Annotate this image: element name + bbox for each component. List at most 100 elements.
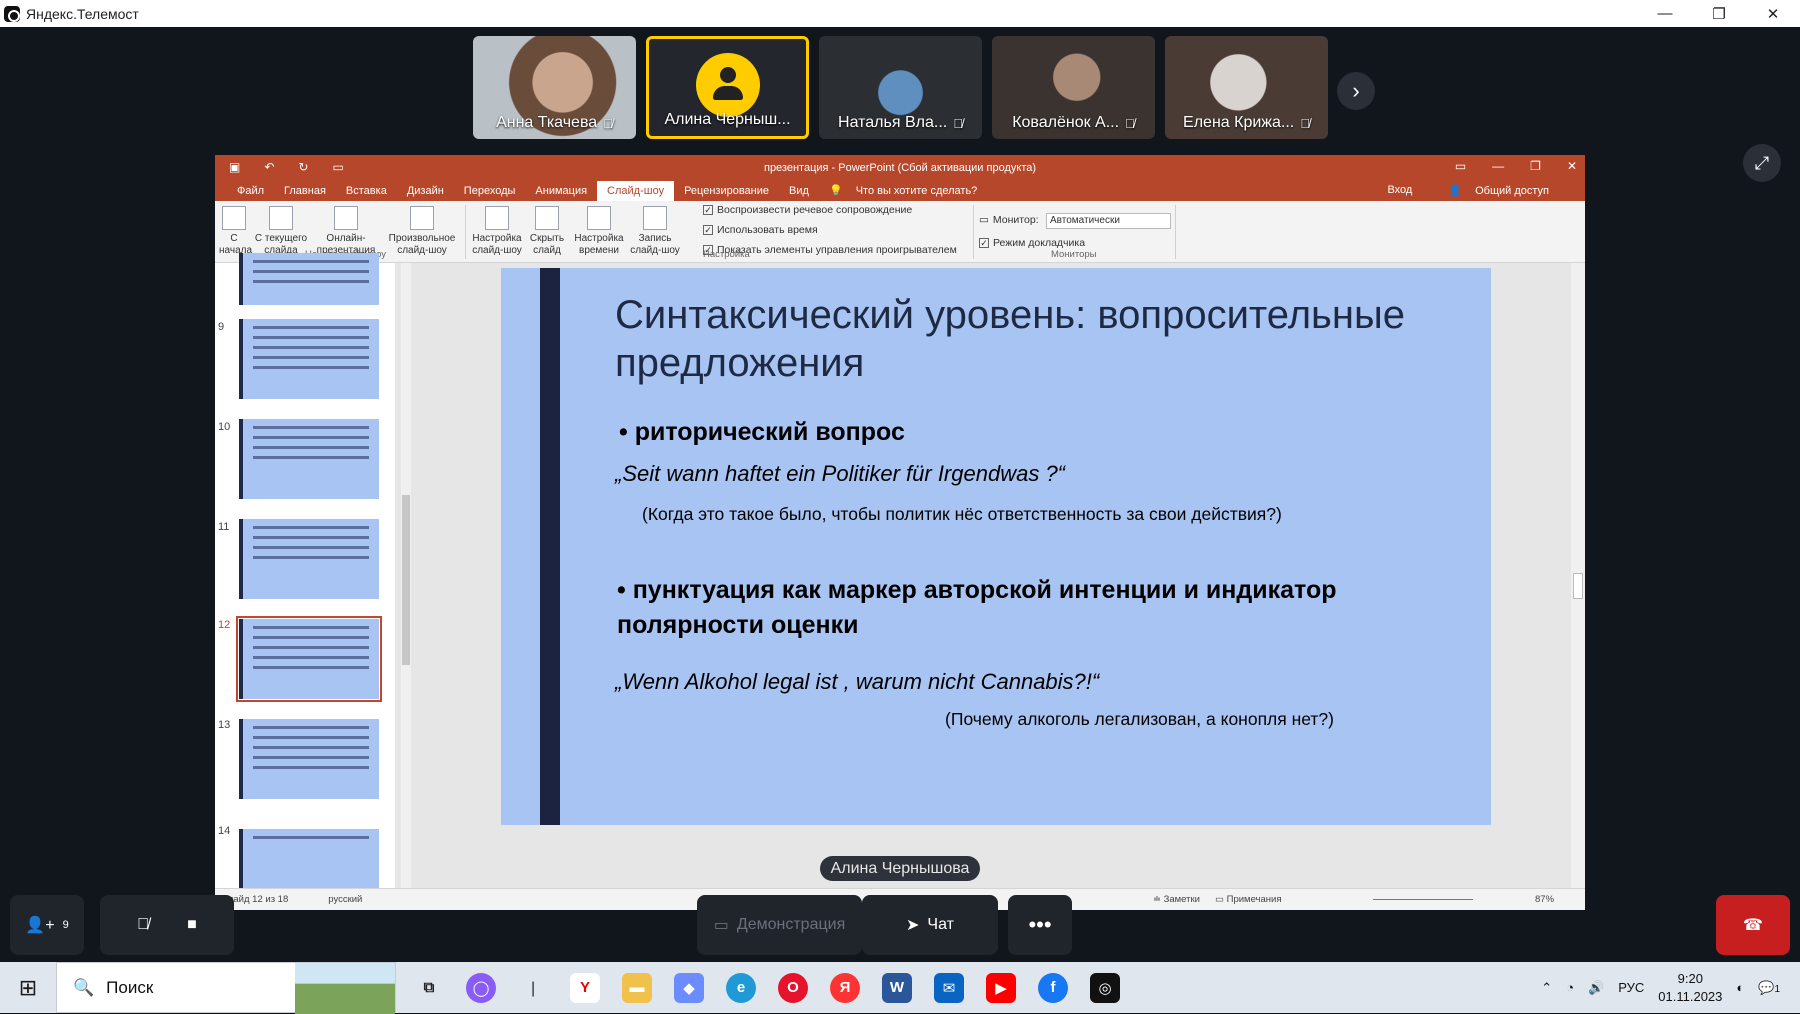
slide-quote: „Seit wann haftet ein Politiker für Irge… — [615, 461, 1066, 486]
custom-show-button[interactable]: Произвольное слайд-шоу — [383, 206, 461, 257]
alice-icon[interactable]: ◯ — [466, 972, 496, 1003]
participant-tile[interactable]: Ковалёнок А... 🎙̸ — [992, 36, 1155, 139]
tab-design[interactable]: Дизайн — [397, 185, 454, 201]
word-icon[interactable]: W — [882, 972, 912, 1003]
pp-restore-icon[interactable]: ❐ — [1530, 159, 1541, 173]
tab-animations[interactable]: Анимация — [525, 185, 597, 201]
save-icon[interactable]: ▣ — [229, 160, 240, 174]
hide-slide-button[interactable]: Скрыть слайд — [527, 206, 567, 257]
clock[interactable]: 9:20 01.11.2023 — [1658, 970, 1722, 1006]
slide-number: 14 — [218, 825, 231, 837]
zoom-level[interactable]: 87% — [1535, 894, 1554, 905]
input-language[interactable]: РУС — [1618, 980, 1644, 995]
chk-timings[interactable]: ✓ Использовать время — [703, 224, 818, 236]
redo-icon[interactable]: ↻ — [298, 160, 308, 174]
mic-off-icon[interactable]: 🎙̸ — [137, 916, 149, 934]
user-icon[interactable]: ◐ — [1736, 980, 1744, 995]
slide-thumbnail[interactable] — [239, 829, 379, 888]
hangup-button[interactable]: ☎ — [1716, 895, 1790, 955]
language-indicator[interactable]: русский — [328, 894, 362, 905]
tab-home[interactable]: Главная — [274, 185, 336, 201]
mic-off-icon: 🎙̸ — [953, 115, 963, 131]
tab-slideshow[interactable]: Слайд-шоу — [597, 181, 675, 201]
slide-quote: „Wenn Alkohol legal ist , warum nicht Ca… — [615, 669, 1100, 694]
slide-thumbnail[interactable] — [239, 319, 379, 399]
ribbon-display-icon[interactable]: ▭ — [1455, 159, 1466, 173]
minimize-icon[interactable]: — — [1638, 0, 1692, 27]
facebook-icon[interactable]: f — [1038, 972, 1068, 1003]
slide-thumbnail[interactable] — [239, 719, 379, 799]
record-show-button[interactable]: Запись слайд-шоу — [629, 206, 681, 257]
thumbnail-scrollbar[interactable] — [401, 263, 411, 888]
avatar-icon — [696, 53, 760, 117]
file-explorer-icon[interactable]: ▬ — [622, 972, 652, 1003]
sign-in-link[interactable]: Вход — [1377, 184, 1422, 201]
notifications-icon[interactable]: 💬1 — [1758, 980, 1780, 996]
yandex-icon[interactable]: Я — [830, 972, 860, 1003]
participant-tile[interactable]: Наталья Вла... 🎙̸ — [819, 36, 982, 139]
zoom-slider[interactable] — [1373, 899, 1473, 900]
volume-icon[interactable]: 🔊 — [1588, 980, 1604, 996]
chevron-up-icon[interactable]: ⌃ — [1541, 980, 1552, 996]
windows-start-icon[interactable]: ⊞ — [0, 975, 56, 1001]
slide-thumbnail[interactable] — [239, 519, 379, 599]
meeting-area: Анна Ткачева 🎙̸ Алина Черныш... Наталья В… — [0, 27, 1800, 962]
from-start-button[interactable]: С начала — [219, 206, 252, 257]
tab-file[interactable]: Файл — [227, 185, 274, 201]
chevron-right-icon[interactable]: › — [1337, 72, 1375, 110]
close-icon[interactable]: ✕ — [1746, 0, 1800, 27]
chat-button[interactable]: ➤ Чат — [862, 895, 998, 955]
network-icon[interactable]: ◔ — [1566, 980, 1574, 995]
pp-close-icon[interactable]: ✕ — [1567, 159, 1577, 173]
youtube-icon[interactable]: ▶ — [986, 972, 1016, 1003]
tab-view[interactable]: Вид — [779, 185, 819, 201]
telemost-icon[interactable]: ◎ — [1090, 972, 1120, 1003]
chk-narration[interactable]: ✓ Воспроизвести речевое сопровождение — [703, 204, 912, 216]
more-button[interactable]: ••• — [1008, 895, 1072, 955]
messenger-icon[interactable]: ◆ — [674, 972, 704, 1003]
tab-transitions[interactable]: Переходы — [454, 185, 526, 201]
participant-tile[interactable]: Елена Крижа... 🎙̸ — [1165, 36, 1328, 139]
search-icon: 🔍 — [73, 977, 95, 997]
participant-name: Алина Черныш... — [664, 111, 791, 128]
checkbox-checked-icon: ✓ — [703, 225, 713, 235]
chk-presenter-view[interactable]: ✓ Режим докладчика — [979, 237, 1085, 249]
tell-me-box[interactable]: 💡 Что вы хотите сделать? — [819, 184, 997, 201]
online-icon — [334, 206, 358, 230]
monitor-select[interactable]: Автоматически — [1046, 213, 1171, 229]
app-title: Яндекс.Телемост — [26, 5, 139, 22]
opera-icon[interactable]: O — [778, 972, 808, 1003]
share-button[interactable]: 👤 Общий доступ — [1438, 184, 1569, 201]
from-current-button[interactable]: С текущего слайда — [253, 206, 309, 257]
taskbar-search[interactable]: 🔍 Поиск — [56, 962, 396, 1014]
slide-thumbnail[interactable] — [239, 253, 379, 305]
edge-icon[interactable]: e — [726, 972, 756, 1003]
yandex-browser-icon[interactable]: Y — [570, 972, 600, 1003]
tab-insert[interactable]: Вставка — [336, 185, 397, 201]
comments-button[interactable]: ▭ Примечания — [1215, 894, 1281, 905]
participant-tile[interactable]: Анна Ткачева 🎙̸ — [473, 36, 636, 139]
task-view-icon[interactable]: ⧉ — [414, 973, 444, 1003]
undo-icon[interactable]: ↶ — [264, 160, 274, 174]
slideshow-current-icon — [269, 206, 293, 230]
present-icon[interactable]: ▭ — [332, 160, 343, 174]
demo-button[interactable]: ▭ Демонстрация — [697, 895, 862, 955]
presenter-name: Алина Чернышова — [820, 856, 980, 881]
camera-icon[interactable]: ■ — [187, 916, 197, 934]
slide-bullet: • риторический вопрос — [619, 418, 905, 446]
pp-minimize-icon[interactable]: — — [1492, 159, 1504, 173]
slide-thumbnail-selected[interactable] — [236, 616, 382, 702]
record-icon — [643, 206, 667, 230]
fullscreen-icon[interactable]: ⤢ — [1743, 144, 1781, 182]
slide-scrollbar[interactable] — [1571, 263, 1585, 888]
monitor-icon: ▭ — [979, 214, 989, 226]
mail-icon[interactable]: ✉ — [934, 972, 964, 1003]
tab-review[interactable]: Рецензирование — [674, 185, 779, 201]
restore-icon[interactable]: ❐ — [1692, 0, 1746, 27]
participant-tile-active[interactable]: Алина Черныш... — [646, 36, 809, 139]
invite-button[interactable]: 👤+ 9 — [10, 895, 84, 955]
slide-thumbnail[interactable] — [239, 419, 379, 499]
rehearse-timings-button[interactable]: Настройка времени — [571, 206, 627, 257]
notes-button[interactable]: ≐ Заметки — [1153, 894, 1200, 905]
setup-show-button[interactable]: Настройка слайд-шоу — [469, 206, 525, 257]
